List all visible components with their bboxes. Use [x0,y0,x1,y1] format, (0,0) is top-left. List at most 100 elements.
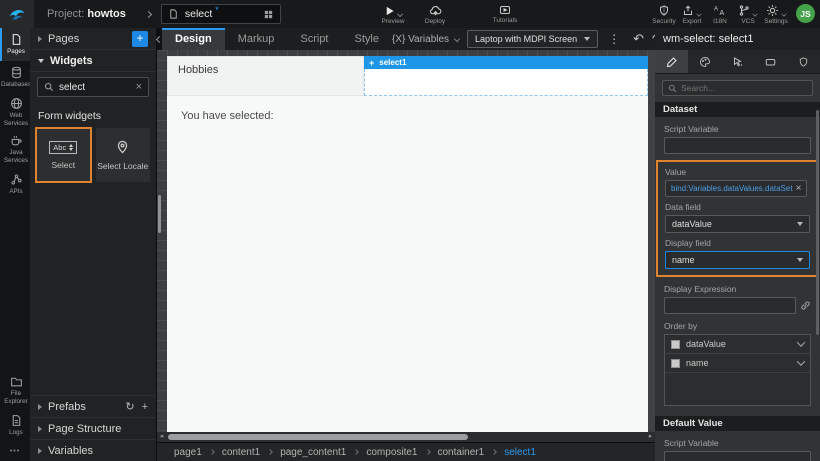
widget-tile-select-locale[interactable]: Select Locale [96,128,151,182]
select1-widget-tag[interactable]: + select1 [364,56,648,69]
widgets-section-header[interactable]: Widgets [30,50,156,72]
breadcrumb-separator [267,449,273,455]
tab-design[interactable]: Design [162,28,225,50]
order-by-option-label: dataValue [686,339,726,349]
deploy-button[interactable]: Deploy [412,0,458,28]
page-selector[interactable]: select * [161,4,281,24]
display-field-select[interactable]: name [665,251,810,269]
variables-menu[interactable]: {X} Variables [392,34,460,45]
select-widget-icon: Abc [49,141,77,154]
search-icon [44,82,54,92]
data-field-select[interactable]: dataValue [665,215,810,233]
script-variable-input[interactable] [664,137,811,154]
more-icon[interactable]: ••• [0,442,30,461]
i18n-button[interactable]: A A I18N [706,0,734,28]
dataset-section-header[interactable]: Dataset [655,102,820,117]
display-expression-input[interactable] [664,297,796,314]
default-script-variable-input[interactable] [664,451,811,461]
breadcrumb-page1[interactable]: page1 [174,447,202,458]
tab-device[interactable] [754,50,787,73]
settings-button[interactable]: Settings [762,0,790,28]
rail-item-java-services[interactable]: Java Services [0,131,30,168]
properties-search-box[interactable] [662,80,813,96]
tab-events[interactable] [721,50,754,73]
properties-panel-scrollbar[interactable] [816,110,819,335]
properties-search-input[interactable] [681,83,807,93]
value-label: Value [665,167,810,177]
rail-item-web-services[interactable]: Web Services [0,94,30,131]
vcs-button[interactable]: VCS [734,0,762,28]
rail-item-pages[interactable]: Pages [0,28,30,61]
search-icon [668,84,677,93]
canvas-horizontal-scrollbar[interactable]: ◂ ▸ [157,432,655,442]
widget-search-box[interactable]: × [37,77,149,97]
add-page-button[interactable]: + [132,31,148,47]
preview-button[interactable]: Preview [370,0,416,28]
scroll-right-icon[interactable]: ▸ [646,432,655,442]
variables-section-header[interactable]: Variables [30,439,156,461]
checkbox[interactable] [671,340,680,349]
i18n-label: I18N [713,18,727,25]
tab-script[interactable]: Script [287,28,341,50]
scrollbar-track[interactable] [166,432,646,442]
widget-breadcrumb: page1 content1 page_content1 composite1 … [157,442,655,461]
select1-widget-body[interactable] [364,69,648,96]
order-by-listbox: dataValue name [664,334,811,406]
select1-widget[interactable]: + select1 [364,56,648,96]
rail-item-databases[interactable]: Databases [0,61,30,94]
canvas-vertical-scrollbar[interactable] [158,195,161,233]
chevron-down-icon[interactable] [797,338,805,346]
pages-section-header[interactable]: Pages + [30,28,156,50]
branch-icon [738,4,750,17]
scrollbar-thumb[interactable] [168,434,468,440]
chevron-right-icon [145,10,152,17]
wavemaker-logo[interactable] [0,0,34,28]
breadcrumb-container1[interactable]: container1 [438,447,485,458]
tutorials-button[interactable]: Tutorials [482,0,528,28]
video-icon [498,4,512,16]
clear-value-icon[interactable]: × [796,183,802,194]
hobbies-field-label[interactable]: Hobbies [167,56,364,96]
rail-item-logs[interactable]: Logs [0,409,30,442]
value-input[interactable]: bind:Variables.dataValues.dataSet × [665,180,807,197]
tab-properties[interactable] [655,50,688,73]
rail-label: Java Services [2,149,30,165]
breadcrumb-content1[interactable]: content1 [222,447,260,458]
refresh-icon[interactable]: ↻ [125,400,134,413]
widget-search-input[interactable] [59,82,131,93]
checkbox[interactable] [671,359,680,368]
prefabs-section-header[interactable]: Prefabs ↻ + [30,395,156,417]
bind-link-icon[interactable] [800,300,811,311]
undo-button[interactable]: ↶ [629,31,648,47]
page-structure-section-header[interactable]: Page Structure [30,417,156,439]
order-by-row-datavalue[interactable]: dataValue [665,335,810,354]
breadcrumb-separator [209,449,215,455]
security-button[interactable]: Security [650,0,678,28]
rail-item-file-explorer[interactable]: File Explorer [0,372,30,409]
play-icon [384,5,395,17]
widget-tile-select[interactable]: Abc Select [36,128,91,182]
rail-item-apis[interactable]: APIs [0,167,30,200]
clear-search-icon[interactable]: × [136,81,142,93]
kebab-menu-icon[interactable]: ⋮ [605,32,623,46]
export-button[interactable]: Export [678,0,706,28]
order-by-row-name[interactable]: name [665,354,810,373]
breadcrumb-select1[interactable]: select1 [504,447,536,458]
add-prefab-icon[interactable]: + [142,401,148,413]
display-field-value: name [672,255,695,265]
breadcrumb-page-content1[interactable]: page_content1 [280,447,346,458]
tab-styles[interactable] [688,50,721,73]
breadcrumb-composite1[interactable]: composite1 [366,447,417,458]
folder-icon [10,375,23,388]
chevron-down-icon[interactable] [797,357,805,365]
globe-icon [10,97,23,110]
grid-icon[interactable] [263,9,274,20]
scroll-left-icon[interactable]: ◂ [157,432,166,442]
device-selector[interactable]: Laptop with MDPI Screen [467,30,598,48]
tab-markup[interactable]: Markup [225,28,288,50]
tab-style[interactable]: Style [342,28,392,50]
default-value-section-header[interactable]: Default Value [655,416,820,431]
tab-security[interactable] [787,50,820,73]
properties-panel-tabs [655,50,820,74]
user-avatar[interactable]: JS [796,4,815,23]
